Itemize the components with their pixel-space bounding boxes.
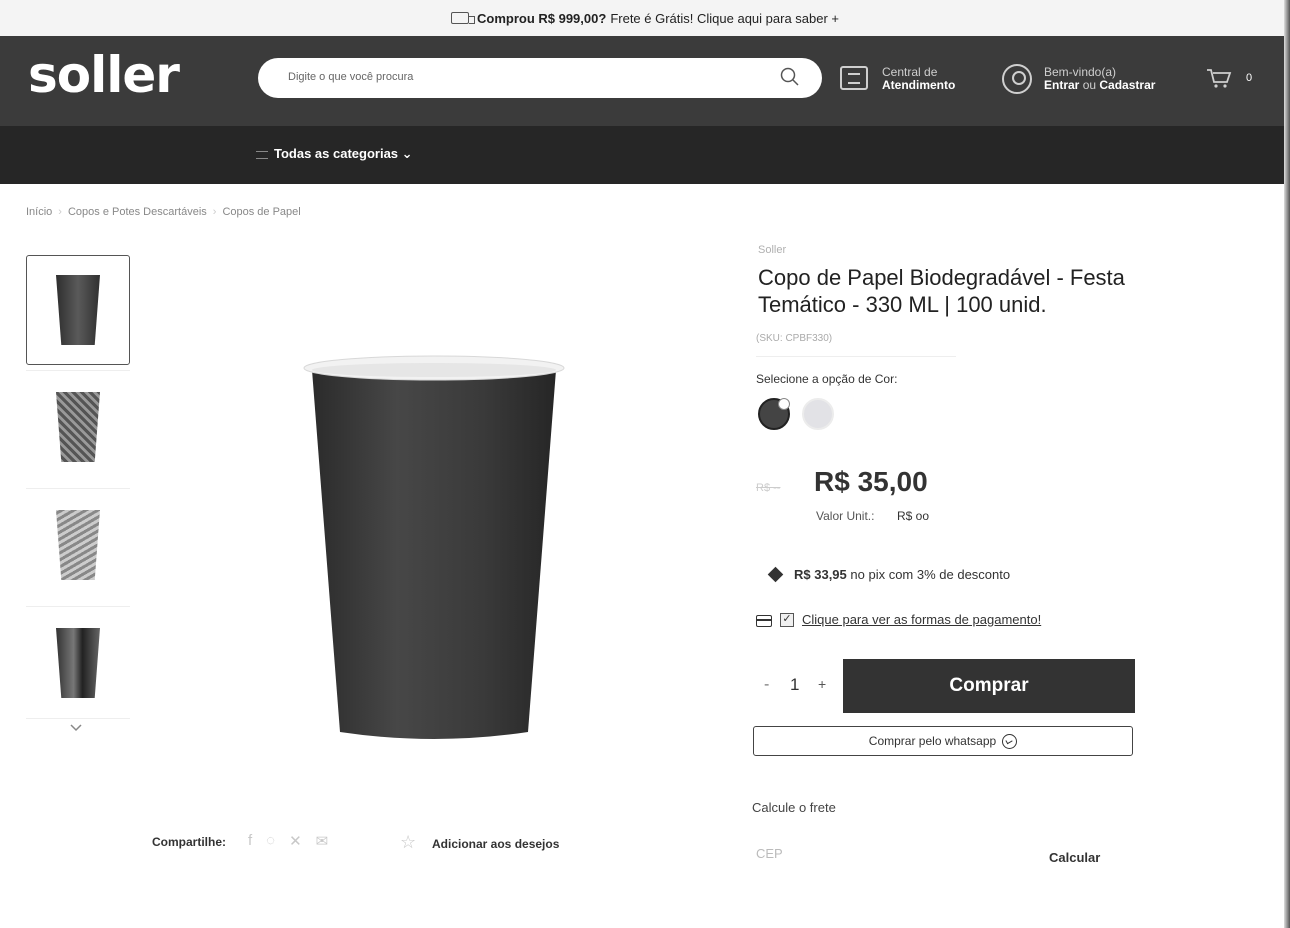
thumbnail-4[interactable]	[26, 608, 130, 718]
thumbnail-image	[56, 510, 100, 580]
thumbnail-2[interactable]	[26, 372, 130, 482]
chevron-down-icon[interactable]	[70, 722, 82, 734]
thumbnail-image	[56, 628, 100, 698]
whatsapp-icon	[1002, 733, 1018, 749]
or-text: ou	[1082, 78, 1097, 92]
product-price: R$ 35,00	[814, 466, 928, 497]
truck-icon	[450, 12, 475, 24]
menu-icon	[256, 150, 268, 159]
share-label: Compartilhe:	[152, 835, 227, 849]
quantity-decrease-button[interactable]: -	[764, 676, 769, 694]
pix-amount: R$ 33,95	[794, 567, 847, 582]
cep-input[interactable]	[756, 838, 956, 868]
unit-price-label: Valor Unit.:	[816, 509, 875, 523]
shipping-label: Calcule o frete	[752, 800, 836, 815]
product-brand[interactable]: Soller	[758, 244, 786, 256]
thumbnail-image	[56, 392, 100, 462]
thumbnail-image	[56, 275, 100, 345]
user-icon[interactable]	[1002, 64, 1032, 94]
all-categories-menu[interactable]: Todas as categorias ⌄	[256, 146, 413, 162]
search-box[interactable]: Digite o que você procura	[258, 58, 822, 98]
site-header: soller Digite o que você procura Central…	[0, 36, 1284, 126]
thumbnail-1[interactable]	[26, 255, 130, 365]
breadcrumb-category[interactable]: Copos e Potes Descartáveis	[68, 206, 207, 218]
old-price: R$ --	[756, 482, 781, 494]
checkbox-icon: ✓	[780, 613, 794, 627]
atendimento-line2: Atendimento	[882, 78, 956, 92]
promo-bar[interactable]: Comprou R$ 999,00? Frete é Grátis! Cliqu…	[0, 0, 1290, 36]
register-link[interactable]: Cadastrar	[1099, 78, 1155, 92]
x-icon[interactable]: ✕	[289, 832, 302, 850]
share-icons: f ◌ ✕ ✉	[248, 832, 328, 850]
whatsapp-buy-button[interactable]: Comprar pelo whatsapp	[753, 726, 1133, 756]
pix-icon	[767, 566, 784, 583]
breadcrumb-current: Copos de Papel	[222, 206, 301, 218]
page-edge	[1284, 0, 1290, 928]
add-to-wishlist[interactable]: Adicionar aos desejos	[432, 837, 559, 851]
pix-text: no pix com 3% de desconto	[850, 567, 1011, 582]
atendimento-line1: Central de	[882, 65, 938, 79]
thumbnail-3[interactable]	[26, 490, 130, 600]
unit-price-value: R$ oo	[897, 509, 930, 523]
quantity-increase-button[interactable]: +	[818, 676, 826, 692]
product-sku: (SKU: CPBF330)	[756, 333, 833, 344]
product-main-image[interactable]	[302, 348, 566, 748]
search-input[interactable]: Digite o que você procura	[288, 71, 413, 83]
color-swatch-dark[interactable]	[758, 398, 790, 430]
breadcrumb-home[interactable]: Início	[26, 206, 52, 218]
pix-discount: R$ 33,95 no pix com 3% de desconto	[794, 567, 1010, 582]
account-link[interactable]: Bem-vindo(a) Entrar ou Cadastrar	[1044, 66, 1155, 92]
whatsapp-buy-label: Comprar pelo whatsapp	[868, 734, 997, 748]
calculate-shipping-button[interactable]: Calcular	[1049, 850, 1100, 865]
divider	[756, 356, 956, 357]
site-logo[interactable]: soller	[28, 46, 180, 104]
category-nav: Todas as categorias ⌄	[0, 126, 1284, 184]
credit-card-icon	[756, 615, 772, 627]
cart-count: 0	[1246, 72, 1253, 84]
star-icon[interactable]: ☆	[400, 832, 416, 853]
product-title: Copo de Papel Biodegradável - Festa Temá…	[758, 265, 1125, 317]
email-icon[interactable]: ✉	[316, 832, 329, 850]
cart-icon[interactable]	[1206, 68, 1232, 88]
search-icon[interactable]	[780, 67, 800, 87]
color-option-label: Selecione a opção de Cor:	[756, 372, 898, 386]
payment-options-link[interactable]: Clique para ver as formas de pagamento!	[802, 612, 1041, 627]
quantity-value[interactable]: 1	[790, 675, 799, 695]
color-swatch-light[interactable]	[802, 398, 834, 430]
chat-icon[interactable]	[840, 66, 868, 90]
customer-service-link[interactable]: Central de Atendimento	[882, 66, 955, 92]
facebook-icon[interactable]: f	[248, 832, 252, 850]
promo-text: Frete é Grátis! Clique aqui para saber +	[610, 10, 840, 26]
promo-bold: Comprou R$ 999,00?	[476, 10, 607, 26]
login-link[interactable]: Entrar	[1044, 78, 1079, 92]
all-categories-label: Todas as categorias	[274, 146, 399, 161]
breadcrumb: Início › Copos e Potes Descartáveis › Copos …	[26, 206, 301, 218]
buy-button[interactable]: Comprar	[843, 659, 1135, 713]
whatsapp-share-icon[interactable]: ◌	[266, 832, 275, 850]
